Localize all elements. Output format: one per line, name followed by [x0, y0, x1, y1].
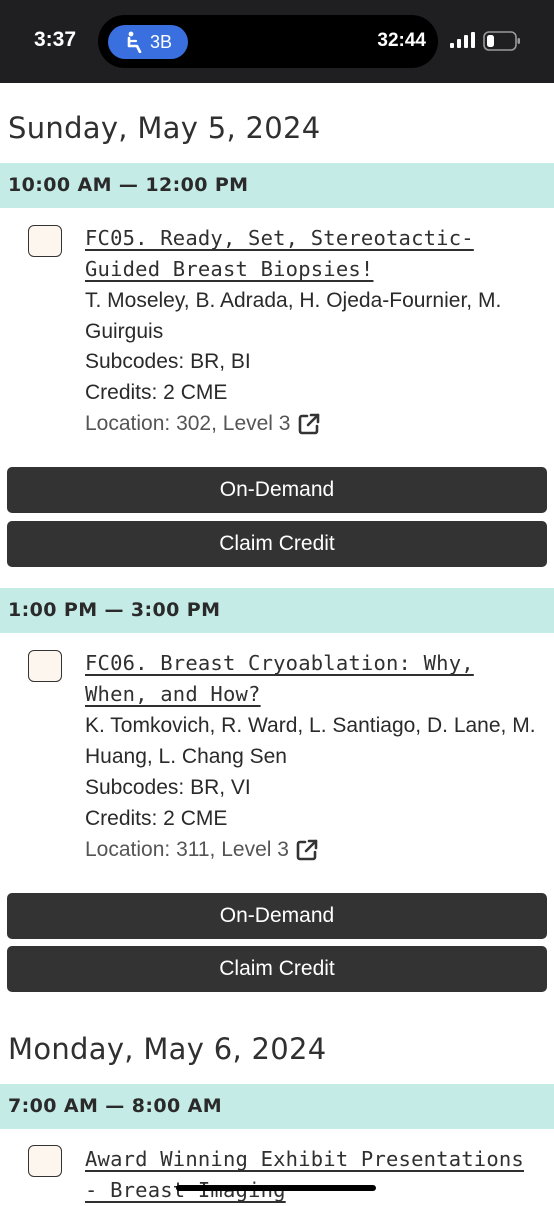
time-slot-label: 7:00 AM — 8:00 AM [8, 1095, 223, 1117]
time-slot-header: 7:00 AM — 8:00 AM [0, 1084, 554, 1129]
session-location: Location: 311, Level 3 [85, 838, 289, 861]
time-slot-label: 1:00 PM — 3:00 PM [8, 599, 221, 621]
external-link-icon [298, 413, 319, 434]
session-location-link[interactable]: Location: 302, Level 3 [85, 408, 321, 439]
session-checkbox[interactable] [28, 1145, 62, 1177]
status-time: 3:37 [34, 28, 77, 51]
session-location-link[interactable]: Location: 311, Level 3 [85, 834, 319, 865]
on-demand-button[interactable]: On-Demand [7, 893, 547, 939]
external-link-icon [296, 839, 318, 860]
session-checkbox[interactable] [28, 650, 62, 682]
session-authors: T. Moseley, B. Adrada, H. Ojeda-Fournier… [85, 289, 502, 343]
seat-icon [127, 31, 142, 53]
battery-icon [483, 31, 520, 51]
status-bar: 3:37 3B 32:44 [0, 0, 554, 83]
island-timer: 32:44 [377, 30, 426, 51]
session-subcodes: Subcodes: BR, BI [85, 350, 251, 373]
session-title-link[interactable]: FC05. Ready, Set, Stereotactic-Guided Br… [85, 223, 525, 285]
day-heading: Sunday, May 5, 2024 [8, 111, 321, 145]
session-checkbox[interactable] [28, 225, 62, 257]
seat-label: 3B [149, 31, 173, 52]
time-slot-header: 1:00 PM — 3:00 PM [0, 588, 554, 633]
on-demand-button[interactable]: On-Demand [7, 467, 547, 513]
home-indicator[interactable] [176, 1185, 376, 1191]
session-authors: K. Tomkovich, R. Ward, L. Santiago, D. L… [85, 714, 536, 768]
session-title-link[interactable]: Award Winning Exhibit Presentations - Br… [85, 1144, 525, 1206]
session-credits: Credits: 2 CME [85, 381, 228, 404]
dynamic-island[interactable]: 3B 32:44 [98, 15, 438, 68]
seat-pill[interactable]: 3B [108, 25, 188, 59]
signal-icon [450, 32, 475, 48]
day-heading: Monday, May 6, 2024 [8, 1032, 327, 1066]
claim-credit-button[interactable]: Claim Credit [7, 521, 547, 567]
time-slot-header: 10:00 AM — 12:00 PM [0, 163, 554, 208]
session-credits: Credits: 2 CME [85, 807, 228, 830]
session-title-link[interactable]: FC06. Breast Cryoablation: Why, When, an… [85, 648, 525, 710]
session-subcodes: Subcodes: BR, VI [85, 776, 251, 799]
session-location: Location: 302, Level 3 [85, 412, 291, 435]
claim-credit-button[interactable]: Claim Credit [7, 946, 547, 992]
time-slot-label: 10:00 AM — 12:00 PM [8, 174, 249, 196]
